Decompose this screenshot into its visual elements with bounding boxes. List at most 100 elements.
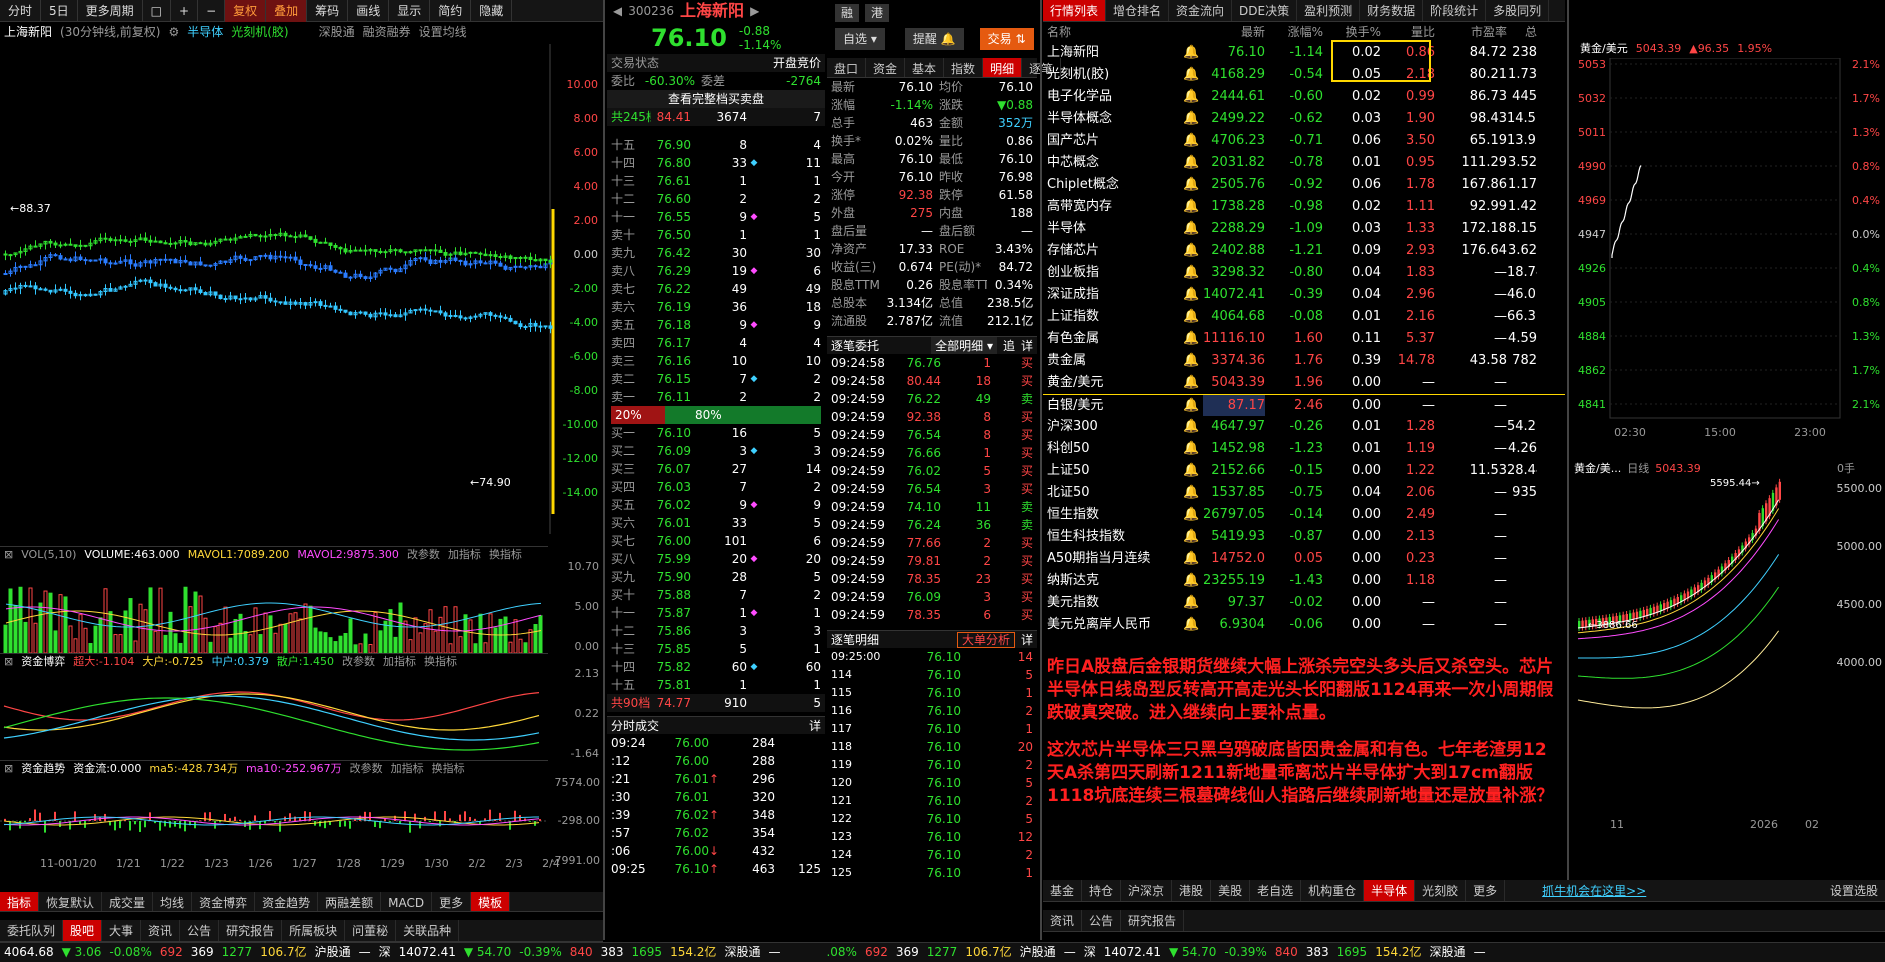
trade-button[interactable]: 交易 ⇅ [979, 28, 1034, 50]
bid-level[interactable]: 买九 75.90 28 5 [607, 568, 825, 586]
list-tab-1[interactable]: 增仓排名 [1106, 0, 1170, 21]
ask-level[interactable]: 卖三 76.16 10 10 [607, 352, 825, 370]
toolbar-btn-0[interactable]: 分时 [0, 0, 42, 22]
toolbar-btn-3[interactable]: □ [143, 0, 172, 22]
minute-detail-button[interactable]: 详 [809, 717, 821, 734]
bell-icon[interactable]: 🔔 [1183, 395, 1203, 416]
list-col-header[interactable]: 量比 [1381, 22, 1435, 42]
indicator-tab-0[interactable]: 指标 [0, 892, 40, 911]
info-tab-0[interactable]: 委托队列 [0, 920, 64, 941]
category-tab-5[interactable]: 老自选 [1250, 880, 1302, 901]
orders-follow-button[interactable]: 追 [997, 337, 1021, 354]
info-tab-1[interactable]: 股吧 [63, 920, 103, 941]
list-row[interactable]: 中芯概念 🔔 2031.82 -0.78 0.01 0.95 111.29 3.52 [1043, 152, 1565, 174]
bell-icon[interactable]: 🔔 [1183, 614, 1203, 636]
trend-add-button[interactable]: 加指标 [391, 761, 424, 777]
list-row[interactable]: 半导体 🔔 2288.29 -1.09 0.03 1.33 172.18 8.15 [1043, 218, 1565, 240]
list-row[interactable]: 存储芯片 🔔 2402.88 -1.21 0.09 2.93 176.64 3.62 [1043, 240, 1565, 262]
bid-level[interactable]: 十四 75.82 60 ◆ 60 [607, 658, 825, 676]
detail-tab-0[interactable]: 盘口 [827, 58, 867, 77]
list-tab-7[interactable]: 多股同列 [1486, 0, 1550, 21]
gold-intraday-chart[interactable]: 5053 2.1% 5032 1.7% 5011 1.3% 4990 0.8% 4969 0.4%… [1570, 58, 1885, 458]
list-row[interactable]: 恒生科技指数 🔔 5419.93 -0.87 0.00 2.13— [1043, 526, 1565, 548]
link-margin[interactable]: 融资融券 [363, 22, 411, 42]
vol-add-button[interactable]: 加指标 [448, 547, 481, 563]
indicator-tab-7[interactable]: MACD [381, 892, 433, 911]
ask-level[interactable]: 卖九 76.42 30 30 [607, 244, 825, 262]
ask-level[interactable]: 卖六 76.19 36 18 [607, 298, 825, 316]
list-col-header[interactable] [1183, 22, 1203, 42]
bell-icon[interactable]: 🔔 [1183, 438, 1203, 460]
margin-button[interactable]: 融 [835, 4, 860, 22]
list-row[interactable]: 光刻机(胶) 🔔 4168.29 -0.54 0.05 2.18 80.21 1.73 [1043, 64, 1565, 86]
list-tab-0[interactable]: 行情列表 [1043, 0, 1107, 21]
news-tab-1[interactable]: 公告 [1082, 910, 1122, 931]
list-tab-5[interactable]: 财务数据 [1360, 0, 1424, 21]
category-tab-0[interactable]: 基金 [1043, 880, 1083, 901]
fund-add-button[interactable]: 加指标 [383, 654, 416, 670]
list-col-header[interactable]: 涨幅% [1265, 22, 1323, 42]
category-tab-2[interactable]: 沪深京 [1121, 880, 1173, 901]
info-tab-4[interactable]: 公告 [180, 920, 220, 941]
category-tab-9[interactable]: 更多 [1466, 880, 1506, 901]
ask-level[interactable]: 卖四 76.17 4 4 [607, 334, 825, 352]
category-tab-8[interactable]: 光刻胶 [1415, 880, 1467, 901]
next-stock-icon[interactable]: ▶ [750, 0, 759, 22]
list-row[interactable]: 高带宽内存 🔔 1738.28 -0.98 0.02 1.11 92.99 1.42 [1043, 196, 1565, 218]
info-tab-2[interactable]: 大事 [102, 920, 142, 941]
list-row[interactable]: 沪深300🔔4647.97-0.260.011.28—54.23 [1043, 416, 1565, 438]
toolbar-btn-9[interactable]: 画线 [348, 0, 390, 22]
toolbar-btn-7[interactable]: 叠加 [266, 0, 308, 22]
bell-icon[interactable]: 🔔 [1183, 130, 1203, 152]
bid-level[interactable]: 买二 76.09 3 ◆ 3 [607, 442, 825, 460]
full-book-link[interactable]: 查看完整档买卖盘 [611, 90, 821, 108]
ask-level[interactable]: 十二 76.60 2 2 [607, 190, 825, 208]
close-box-icon[interactable]: ⊠ [4, 547, 13, 563]
list-tab-2[interactable]: 资金流向 [1169, 0, 1233, 21]
bid-level[interactable]: 买四 76.03 7 2 [607, 478, 825, 496]
ask-level[interactable]: 卖五 76.18 9 ◆ 9 [607, 316, 825, 334]
indicator-tab-5[interactable]: 资金趋势 [255, 892, 319, 911]
tag-lithography[interactable]: 光刻机(胶) [231, 22, 288, 42]
detail-tab-2[interactable]: 基本 [905, 58, 945, 77]
info-tab-5[interactable]: 研究报告 [219, 920, 283, 941]
gold-daily-chart[interactable]: 5500.00 5000.00 4500.00 4000.00 5595.44→ ←388… [1570, 478, 1885, 878]
bell-icon[interactable]: 🔔 [1183, 174, 1203, 196]
orders-filter[interactable]: 全部明细 ▾ [931, 337, 997, 354]
link-ma-settings[interactable]: 设置均线 [419, 22, 467, 42]
ask-level[interactable]: 十四 76.80 33 ◆ 11 [607, 154, 825, 172]
bell-icon[interactable]: 🔔 [1183, 306, 1203, 328]
list-col-header[interactable]: 最新 [1203, 22, 1265, 42]
toolbar-btn-8[interactable]: 筹码 [307, 0, 349, 22]
link-shenzhen-connect[interactable]: 深股通 [319, 22, 355, 42]
list-col-header[interactable]: 换手% [1323, 22, 1381, 42]
candlestick-chart[interactable]: 10.00 8.00 6.00 4.00 2.00 0.00 -2.00 -4.00 -6.00… [0, 44, 603, 534]
bell-icon[interactable]: 🔔 [1183, 328, 1203, 350]
fund-param-button[interactable]: 改参数 [342, 654, 375, 670]
toolbar-btn-1[interactable]: 5日 [41, 0, 78, 22]
alert-button[interactable]: 提醒 🔔 [904, 28, 964, 50]
ask-level[interactable]: 卖二 76.15 7 ◆ 2 [607, 370, 825, 388]
indicator-tab-9[interactable]: 模板 [471, 892, 511, 911]
list-tab-6[interactable]: 阶段统计 [1423, 0, 1487, 21]
trend-param-button[interactable]: 改参数 [350, 761, 383, 777]
info-tab-3[interactable]: 资讯 [141, 920, 181, 941]
toolbar-btn-10[interactable]: 显示 [389, 0, 431, 22]
indicator-tab-4[interactable]: 资金博弈 [192, 892, 256, 911]
list-row[interactable]: 恒生指数 🔔 26797.05 -0.14 0.00 2.49— [1043, 504, 1565, 526]
bell-icon[interactable]: 🔔 [1183, 86, 1203, 108]
detail-tab-3[interactable]: 指数 [944, 58, 984, 77]
ask-level[interactable]: 卖八 76.29 19 ◆ 6 [607, 262, 825, 280]
list-tab-4[interactable]: 盈利预测 [1297, 0, 1361, 21]
category-tab-7[interactable]: 半导体 [1364, 880, 1416, 901]
bell-icon[interactable]: 🔔 [1183, 218, 1203, 240]
bell-icon[interactable]: 🔔 [1183, 240, 1203, 262]
category-tab-6[interactable]: 机构重仓 [1301, 880, 1365, 901]
list-row[interactable]: 上证指数🔔4064.68-0.080.012.16—66.37 [1043, 306, 1565, 328]
bell-icon[interactable]: 🔔 [1183, 108, 1203, 130]
bell-icon[interactable]: 🔔 [1183, 416, 1203, 438]
toolbar-btn-4[interactable]: + [171, 0, 199, 22]
bell-icon[interactable]: 🔔 [1183, 42, 1203, 64]
list-row[interactable]: Chiplet概念 🔔 2505.76 -0.92 0.06 1.78 167.86 1.17 [1043, 174, 1565, 196]
list-row[interactable]: 白银/美元 🔔 87.17 2.46 0.00— — [1043, 394, 1565, 416]
